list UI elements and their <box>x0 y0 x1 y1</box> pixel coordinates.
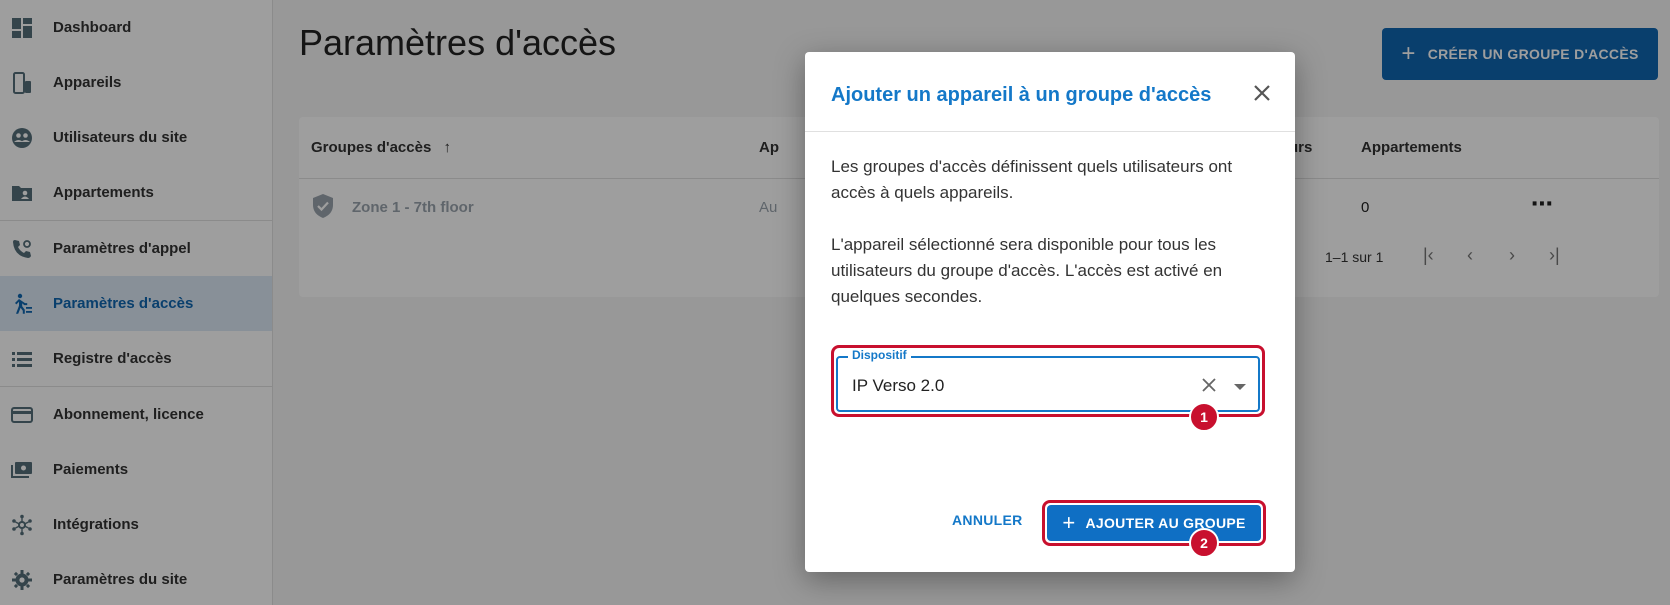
add-button-highlight: + AJOUTER AU GROUPE <box>1042 500 1266 546</box>
dialog-actions: ANNULER + AJOUTER AU GROUPE <box>805 500 1295 546</box>
add-to-group-button[interactable]: + AJOUTER AU GROUPE <box>1047 505 1261 541</box>
chevron-down-icon[interactable] <box>1234 384 1246 390</box>
step-badge-1: 1 <box>1189 402 1219 432</box>
device-field-label: Dispositif <box>848 348 911 362</box>
dialog-title: Ajouter un appareil à un groupe d'accès <box>831 84 1212 106</box>
dialog-body: Les groupes d'accès définissent quels ut… <box>805 132 1295 310</box>
plus-icon: + <box>1062 510 1076 535</box>
dialog-header: Ajouter un appareil à un groupe d'accès <box>805 52 1295 132</box>
cancel-button[interactable]: ANNULER <box>952 512 1023 528</box>
dialog-description: Les groupes d'accès définissent quels ut… <box>831 157 1233 202</box>
add-to-group-label: AJOUTER AU GROUPE <box>1085 515 1246 531</box>
device-field-value: IP Verso 2.0 <box>852 376 945 395</box>
clear-icon[interactable] <box>1200 376 1218 394</box>
add-device-dialog: Ajouter un appareil à un groupe d'accès … <box>805 52 1295 572</box>
step-badge-2: 2 <box>1189 528 1219 558</box>
dialog-info: L'appareil sélectionné sera disponible p… <box>831 235 1223 306</box>
close-icon[interactable] <box>1251 82 1273 104</box>
